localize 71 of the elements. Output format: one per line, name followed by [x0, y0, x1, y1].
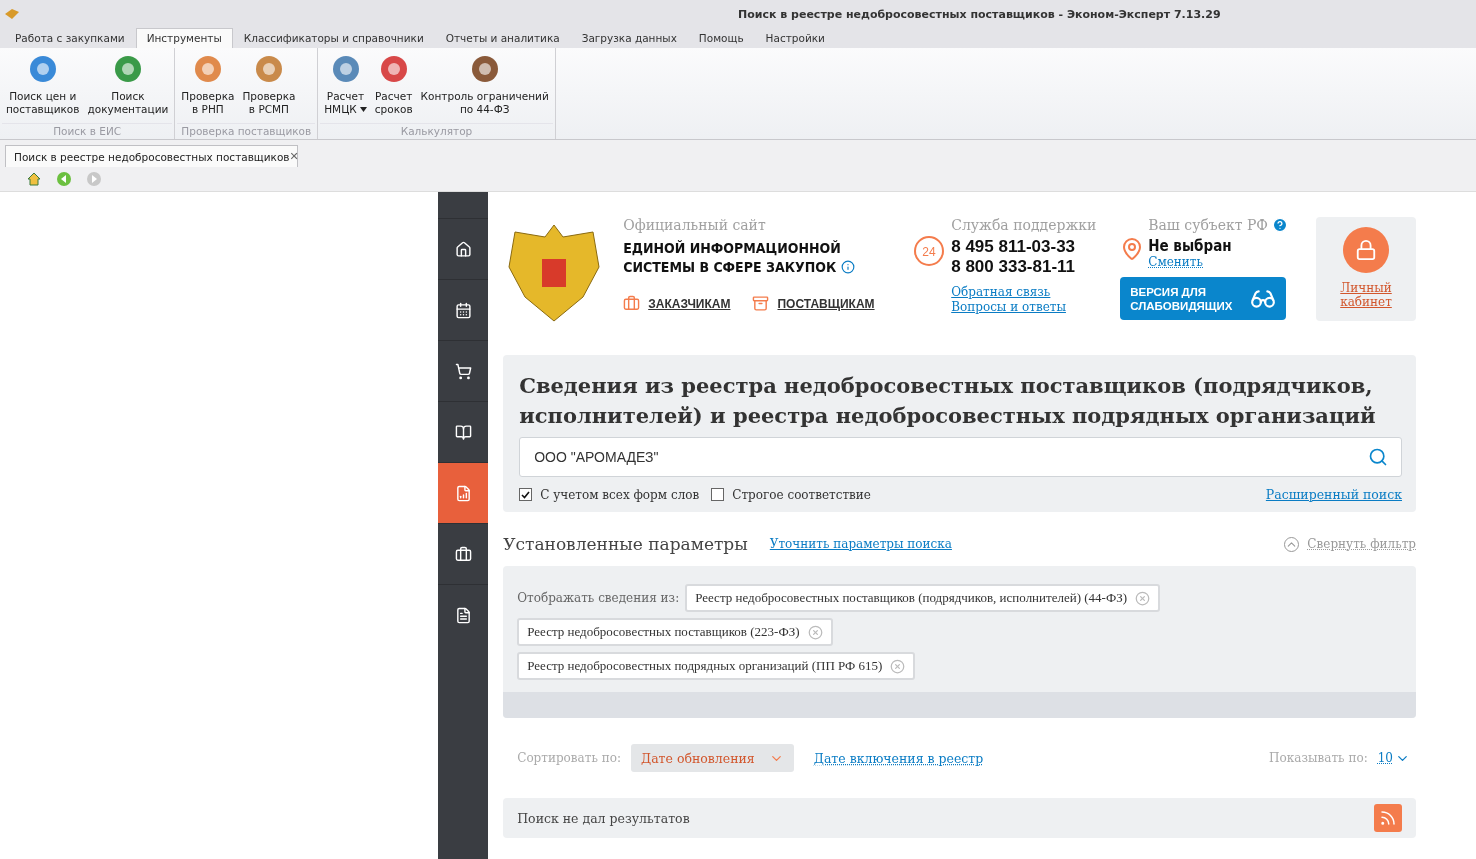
menu-tab[interactable]: Загрузка данных [570, 28, 688, 48]
accessibility-button[interactable]: ВЕРСИЯ ДЛЯ СЛАБОВИДЯЩИХ [1120, 277, 1287, 320]
sources-label: Отображать сведения из: [517, 591, 680, 605]
ribbon-button[interactable]: Контроль ограничений по 44-ФЗ [416, 50, 553, 123]
filter-chip-label: Реестр недобросовестных подрядных организаций (ПП РФ 615) [527, 658, 883, 674]
briefcase-icon [454, 545, 472, 563]
box-icon [752, 295, 770, 312]
advanced-search-link[interactable]: Расширенный поиск [1265, 487, 1402, 502]
ribbon-button[interactable]: Поиск цен и поставщиков [2, 50, 84, 123]
account-link[interactable]: Личный кабинет [1340, 281, 1392, 309]
phone-number: 8 800 333-81-11 [951, 257, 1077, 277]
close-button[interactable]: ✕ [289, 150, 299, 163]
checkbox-label: С учетом всех форм слов [540, 487, 700, 502]
menu-tab[interactable]: Настройки [754, 28, 836, 48]
feedback-link[interactable]: Обратная связь [951, 285, 1117, 300]
rss-button[interactable] [1374, 804, 1402, 832]
customers-link[interactable]: ЗАКАЗЧИКАМ [623, 295, 731, 312]
site-caption: Официальный сайт [623, 217, 767, 233]
ribbon-button[interactable]: Проверка в РСМП [238, 50, 300, 123]
filter-chip-label: Реестр недобросовестных поставщиков (подрядчиков, исполнителей) (44-ФЗ) [695, 590, 1128, 606]
no-results-message: Поиск не дал результатов [517, 810, 690, 826]
report-icon [454, 484, 472, 502]
ribbon-button[interactable]: Расчет НМЦК [320, 50, 371, 123]
document-icon [454, 606, 472, 624]
back-icon[interactable] [56, 171, 72, 187]
checkbox[interactable] [711, 488, 725, 501]
menu-tab[interactable]: Работа с закупками [4, 28, 136, 48]
search-icon[interactable] [1368, 447, 1388, 467]
lock-icon [1355, 239, 1377, 261]
sort-label: Сортировать по: [517, 751, 621, 765]
briefcase-icon [623, 295, 641, 312]
site-name: ЕДИНОЙ ИНФОРМАЦИОННОЙ СИСТЕМЫ В СФЕРЕ ЗАКУПОК [623, 239, 914, 277]
ribbon-button[interactable]: Проверка в РНП [177, 50, 239, 123]
filter-chip-label: Реестр недобросовестных поставщиков (223-ФЗ) [527, 624, 800, 640]
refine-link[interactable]: Уточнить параметры поиска [769, 536, 952, 552]
menu-tab[interactable]: Классификаторы и справочники [232, 28, 435, 48]
ribbon-button[interactable]: Поиск документации [83, 50, 173, 123]
help-icon[interactable] [1272, 217, 1288, 233]
menu-tab[interactable]: Помощь [687, 28, 755, 48]
change-region-link[interactable]: Сменить [1148, 255, 1232, 269]
support-caption: Служба поддержки [951, 217, 1098, 233]
ribbon-group-title: Поиск в ЕИС [2, 123, 173, 139]
ribbon-group-title: Калькулятор [320, 123, 553, 139]
window-title: Поиск в реестре недобросовестных поставщиков - Эконом-Эксперт 7.13.29 [738, 7, 1221, 21]
ribbon-group-title: Проверка поставщиков [177, 123, 316, 139]
page-title: Сведения из реестра недобросовестных поставщиков (подрядчиков, исполнителей) и реестра недобросовестных подрядных организаций [519, 372, 1377, 430]
checkbox-label: Строгое соответствие [732, 487, 871, 502]
book-icon [454, 423, 472, 441]
menu-tab[interactable]: Инструменты [135, 28, 233, 48]
sort-option[interactable]: Дате включения в реестр [803, 744, 994, 772]
app-logo-icon [4, 8, 20, 20]
calendar-icon [454, 301, 472, 319]
region-caption: Ваш субъект РФ [1148, 217, 1268, 233]
document-tab[interactable]: Поиск в реестре недобросовестных поставщиков✕ [5, 145, 298, 167]
checkbox[interactable] [519, 488, 533, 501]
faq-link[interactable]: Вопросы и ответы [951, 300, 1117, 315]
info-icon[interactable] [840, 260, 855, 274]
suppliers-link[interactable]: ПОСТАВЩИКАМ [752, 295, 875, 312]
home-icon [454, 240, 472, 258]
page-size-select[interactable]: 10 [1377, 750, 1410, 766]
search-field[interactable]: ООО "АРОМАДЕЗ" [519, 437, 1402, 477]
ribbon-button[interactable]: Расчет сроков [370, 50, 417, 123]
section-title: Установленные параметры [503, 534, 748, 554]
document-tab-title: Поиск в реестре недобросовестных поставщиков [14, 150, 290, 163]
rss-icon [1379, 809, 1397, 827]
phone-number: 8 495 811-03-33 [951, 237, 1077, 257]
cart-icon [454, 362, 472, 380]
menu-tab[interactable]: Отчеты и аналитика [434, 28, 571, 48]
home-icon[interactable] [26, 171, 42, 187]
region-value: Не выбран [1148, 237, 1232, 255]
page-size-label: Показывать по: [1269, 751, 1368, 765]
